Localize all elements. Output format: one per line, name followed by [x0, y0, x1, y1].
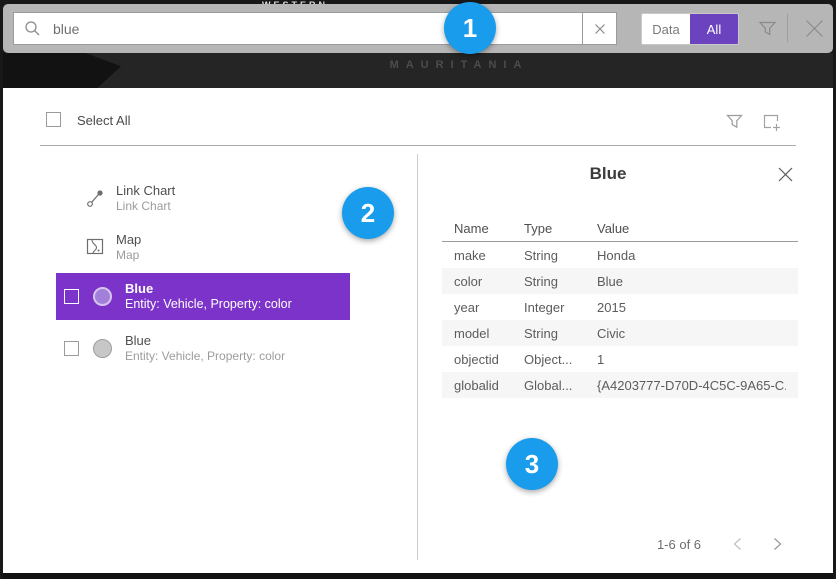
table-row: objectid Object... 1 — [442, 346, 798, 372]
close-icon — [777, 166, 794, 183]
app-window: MAURITANIA WESTERN Select All — [0, 0, 836, 579]
link-chart-icon — [85, 189, 105, 208]
table-row: year Integer 2015 — [442, 294, 798, 320]
chevron-right-icon — [773, 537, 782, 551]
map-country-label: MAURITANIA — [343, 59, 575, 71]
result-item-blue-selected[interactable]: Blue Entity: Vehicle, Property: color — [56, 273, 350, 320]
filter-icon — [758, 19, 777, 38]
toolbar-close-button[interactable] — [797, 12, 831, 44]
result-title: Blue — [125, 281, 292, 296]
table-row: make String Honda — [442, 242, 798, 268]
clear-search-button[interactable] — [582, 13, 616, 44]
result-title: Blue — [125, 333, 285, 348]
search-scope-toggle: Data All — [641, 13, 739, 45]
search-icon — [24, 20, 41, 37]
search-toolbar: Data All — [3, 4, 833, 53]
detail-close-button[interactable] — [773, 162, 797, 186]
clear-icon — [594, 23, 606, 35]
result-item-map[interactable]: Map Map — [85, 229, 141, 265]
entity-circle-icon — [93, 339, 112, 358]
result-title: Map — [116, 232, 141, 247]
cell-name: globalid — [454, 378, 524, 393]
column-header: Value — [597, 221, 786, 236]
cell-value: 2015 — [597, 300, 786, 315]
cell-name: make — [454, 248, 524, 263]
scope-data-option[interactable]: Data — [642, 14, 690, 44]
header-divider — [40, 145, 796, 146]
pagination-next-button[interactable] — [765, 532, 789, 556]
map-background: MAURITANIA — [3, 53, 833, 88]
column-header: Type — [524, 221, 597, 236]
table-header: Name Type Value — [442, 216, 798, 242]
table-row: color String Blue — [442, 268, 798, 294]
cell-type: Global... — [524, 378, 597, 393]
result-checkbox[interactable] — [64, 341, 79, 356]
entity-circle-icon — [93, 287, 112, 306]
cell-name: model — [454, 326, 524, 341]
toolbar-divider — [787, 14, 788, 42]
add-to-new-button[interactable] — [756, 109, 786, 135]
toolbar-filter-button[interactable] — [751, 9, 783, 47]
result-item-link-chart[interactable]: Link Chart Link Chart — [85, 180, 175, 216]
table-row: globalid Global... {A4203777-D70D-4C5C-9… — [442, 372, 798, 398]
cell-value: Civic — [597, 326, 786, 341]
select-all-checkbox[interactable] — [46, 112, 61, 127]
map-bottom-strip — [3, 573, 833, 579]
search-box — [13, 12, 617, 45]
cell-type: Integer — [524, 300, 597, 315]
cell-type: String — [524, 248, 597, 263]
cell-type: Object... — [524, 352, 597, 367]
close-icon — [804, 18, 825, 39]
search-results-panel: Select All Li — [3, 88, 833, 573]
results-filter-button[interactable] — [721, 109, 747, 133]
result-title: Link Chart — [116, 183, 175, 198]
cell-name: year — [454, 300, 524, 315]
pagination-label: 1-6 of 6 — [643, 537, 715, 552]
property-table: Name Type Value make String Honda color … — [442, 216, 798, 398]
cell-type: String — [524, 326, 597, 341]
pagination-prev-button[interactable] — [725, 532, 749, 556]
panel-divider — [417, 154, 418, 560]
cell-value: Honda — [597, 248, 786, 263]
result-subtitle: Map — [116, 248, 141, 263]
callout-3: 3 — [506, 438, 558, 490]
cell-value: 1 — [597, 352, 786, 367]
cell-value: {A4203777-D70D-4C5C-9A65-C... — [597, 378, 786, 393]
result-checkbox[interactable] — [64, 289, 79, 304]
table-row: model String Civic — [442, 320, 798, 346]
cell-value: Blue — [597, 274, 786, 289]
select-all-label: Select All — [77, 113, 130, 128]
map-ocean — [3, 53, 121, 88]
result-subtitle: Link Chart — [116, 199, 175, 214]
scope-all-option[interactable]: All — [690, 14, 738, 44]
result-subtitle: Entity: Vehicle, Property: color — [125, 349, 285, 364]
detail-title: Blue — [418, 164, 798, 184]
filter-icon — [726, 113, 743, 130]
map-icon — [85, 238, 105, 256]
add-to-new-icon — [761, 112, 782, 133]
result-subtitle: Entity: Vehicle, Property: color — [125, 297, 292, 312]
callout-2: 2 — [342, 187, 394, 239]
result-item-blue[interactable]: Blue Entity: Vehicle, Property: color — [56, 325, 350, 372]
callout-1: 1 — [444, 2, 496, 54]
chevron-left-icon — [733, 537, 742, 551]
cell-name: color — [454, 274, 524, 289]
cell-name: objectid — [454, 352, 524, 367]
search-input[interactable] — [41, 21, 582, 37]
cell-type: String — [524, 274, 597, 289]
column-header: Name — [454, 221, 524, 236]
